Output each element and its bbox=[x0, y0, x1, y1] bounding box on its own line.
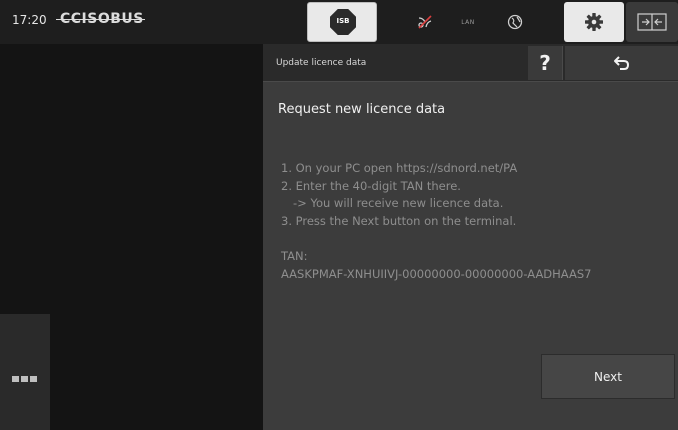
isb-button[interactable]: ISB bbox=[307, 2, 377, 42]
side-menu-strip[interactable] bbox=[0, 314, 50, 430]
instructions: 1. On your PC open https://sdnord.net/PA… bbox=[281, 160, 517, 230]
instruction-step: 3. Press the Next button on the terminal… bbox=[281, 213, 517, 228]
globe-icon bbox=[500, 0, 530, 44]
gear-icon bbox=[564, 0, 624, 44]
dialog-title: Update licence data bbox=[276, 58, 367, 68]
tan-label: TAN: bbox=[281, 249, 308, 263]
back-arrow-icon bbox=[613, 56, 629, 70]
tan-block: TAN: AASKPMAF-XNHUIIVJ-00000000-00000000… bbox=[281, 248, 591, 283]
instruction-step: -> You will receive new licence data. bbox=[293, 196, 504, 210]
no-gps-icon bbox=[410, 0, 440, 44]
swap-screens-icon bbox=[626, 0, 678, 44]
ccisobus-logo: CCISOBUS bbox=[60, 11, 144, 27]
next-button[interactable]: Next bbox=[541, 354, 675, 399]
tan-value: AASKPMAF-XNHUIIVJ-00000000-00000000-AADH… bbox=[281, 266, 592, 281]
settings-button[interactable] bbox=[564, 2, 624, 42]
dialog-heading: Request new licence data bbox=[278, 102, 446, 117]
lan-icon: LAN bbox=[461, 18, 475, 26]
dialog-header: Update licence data ? bbox=[263, 44, 678, 82]
menu-dots-icon[interactable] bbox=[12, 376, 37, 382]
help-button[interactable]: ? bbox=[528, 46, 563, 80]
swap-screens-button[interactable] bbox=[626, 2, 678, 42]
isb-stop-icon: ISB bbox=[330, 9, 356, 35]
instruction-step: 2. Enter the 40-digit TAN there. bbox=[281, 178, 461, 193]
back-button[interactable] bbox=[565, 46, 678, 80]
instruction-step: 1. On your PC open https://sdnord.net/PA bbox=[281, 161, 518, 175]
clock: 17:20 bbox=[12, 13, 47, 27]
status-bar: 17:20 CCISOBUS ISB LAN bbox=[0, 0, 678, 44]
licence-dialog: Update licence data ? Request new licenc… bbox=[263, 44, 678, 430]
